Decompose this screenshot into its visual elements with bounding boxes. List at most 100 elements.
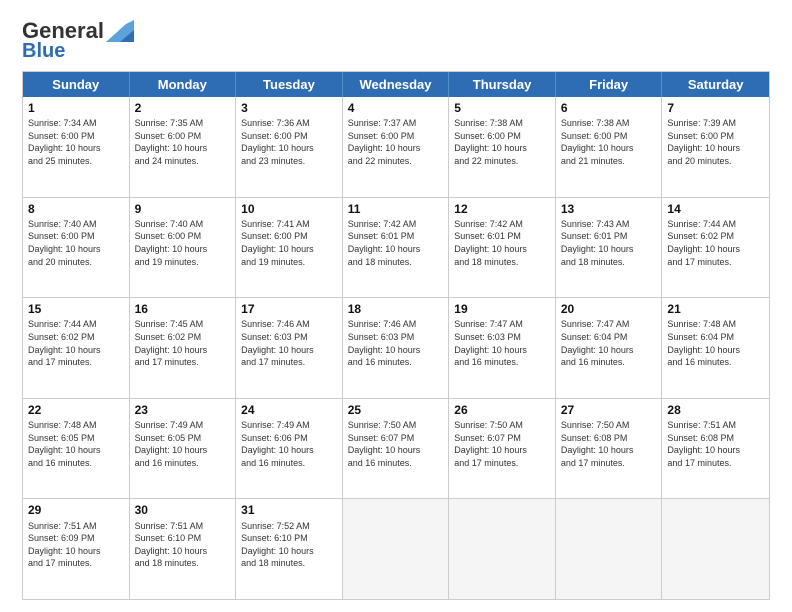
calendar-day-1: 1Sunrise: 7:34 AMSunset: 6:00 PMDaylight…	[23, 97, 130, 197]
cell-info-text: Daylight: 10 hours	[135, 344, 231, 357]
cell-info-text: Daylight: 10 hours	[135, 142, 231, 155]
calendar-day-28: 28Sunrise: 7:51 AMSunset: 6:08 PMDayligh…	[662, 399, 769, 499]
day-number: 26	[454, 402, 550, 418]
cell-info-text: Sunrise: 7:42 AM	[454, 218, 550, 231]
cell-info-text: Sunset: 6:00 PM	[454, 130, 550, 143]
cell-info-text: Sunset: 6:02 PM	[667, 230, 764, 243]
day-number: 20	[561, 301, 657, 317]
day-number: 10	[241, 201, 337, 217]
calendar-day-14: 14Sunrise: 7:44 AMSunset: 6:02 PMDayligh…	[662, 198, 769, 298]
calendar-empty-cell	[343, 499, 450, 599]
calendar-day-10: 10Sunrise: 7:41 AMSunset: 6:00 PMDayligh…	[236, 198, 343, 298]
cell-info-text: Sunset: 6:00 PM	[241, 230, 337, 243]
cell-info-text: and 16 minutes.	[348, 356, 444, 369]
cell-info-text: Daylight: 10 hours	[348, 142, 444, 155]
header-day-friday: Friday	[556, 72, 663, 97]
calendar-day-17: 17Sunrise: 7:46 AMSunset: 6:03 PMDayligh…	[236, 298, 343, 398]
calendar-day-18: 18Sunrise: 7:46 AMSunset: 6:03 PMDayligh…	[343, 298, 450, 398]
cell-info-text: and 17 minutes.	[241, 356, 337, 369]
day-number: 7	[667, 100, 764, 116]
calendar-day-16: 16Sunrise: 7:45 AMSunset: 6:02 PMDayligh…	[130, 298, 237, 398]
calendar: SundayMondayTuesdayWednesdayThursdayFrid…	[22, 71, 770, 600]
calendar-empty-cell	[556, 499, 663, 599]
cell-info-text: and 17 minutes.	[28, 356, 124, 369]
cell-info-text: Daylight: 10 hours	[667, 243, 764, 256]
cell-info-text: Sunrise: 7:49 AM	[135, 419, 231, 432]
day-number: 9	[135, 201, 231, 217]
cell-info-text: Sunrise: 7:38 AM	[454, 117, 550, 130]
cell-info-text: Daylight: 10 hours	[135, 444, 231, 457]
cell-info-text: Sunrise: 7:34 AM	[28, 117, 124, 130]
calendar-empty-cell	[662, 499, 769, 599]
cell-info-text: Daylight: 10 hours	[454, 142, 550, 155]
cell-info-text: Sunset: 6:10 PM	[135, 532, 231, 545]
cell-info-text: Sunset: 6:00 PM	[135, 130, 231, 143]
cell-info-text: Sunrise: 7:46 AM	[241, 318, 337, 331]
cell-info-text: Sunset: 6:03 PM	[348, 331, 444, 344]
cell-info-text: Sunset: 6:09 PM	[28, 532, 124, 545]
cell-info-text: Sunrise: 7:48 AM	[667, 318, 764, 331]
calendar-day-7: 7Sunrise: 7:39 AMSunset: 6:00 PMDaylight…	[662, 97, 769, 197]
cell-info-text: Sunrise: 7:44 AM	[667, 218, 764, 231]
day-number: 15	[28, 301, 124, 317]
cell-info-text: and 16 minutes.	[561, 356, 657, 369]
calendar-day-25: 25Sunrise: 7:50 AMSunset: 6:07 PMDayligh…	[343, 399, 450, 499]
cell-info-text: Sunset: 6:05 PM	[135, 432, 231, 445]
cell-info-text: Sunset: 6:00 PM	[28, 130, 124, 143]
day-number: 1	[28, 100, 124, 116]
cell-info-text: and 19 minutes.	[135, 256, 231, 269]
day-number: 14	[667, 201, 764, 217]
calendar-header: SundayMondayTuesdayWednesdayThursdayFrid…	[23, 72, 769, 97]
cell-info-text: Sunrise: 7:40 AM	[28, 218, 124, 231]
cell-info-text: and 23 minutes.	[241, 155, 337, 168]
day-number: 3	[241, 100, 337, 116]
cell-info-text: and 21 minutes.	[561, 155, 657, 168]
cell-info-text: Sunset: 6:02 PM	[28, 331, 124, 344]
cell-info-text: and 16 minutes.	[135, 457, 231, 470]
calendar-day-21: 21Sunrise: 7:48 AMSunset: 6:04 PMDayligh…	[662, 298, 769, 398]
calendar-day-26: 26Sunrise: 7:50 AMSunset: 6:07 PMDayligh…	[449, 399, 556, 499]
calendar-day-2: 2Sunrise: 7:35 AMSunset: 6:00 PMDaylight…	[130, 97, 237, 197]
cell-info-text: Sunrise: 7:51 AM	[135, 520, 231, 533]
cell-info-text: and 16 minutes.	[667, 356, 764, 369]
calendar-day-12: 12Sunrise: 7:42 AMSunset: 6:01 PMDayligh…	[449, 198, 556, 298]
header: General Blue	[22, 18, 770, 63]
cell-info-text: Sunrise: 7:49 AM	[241, 419, 337, 432]
day-number: 27	[561, 402, 657, 418]
cell-info-text: Daylight: 10 hours	[561, 444, 657, 457]
cell-info-text: Sunrise: 7:48 AM	[28, 419, 124, 432]
cell-info-text: Daylight: 10 hours	[28, 344, 124, 357]
day-number: 18	[348, 301, 444, 317]
cell-info-text: Sunrise: 7:47 AM	[561, 318, 657, 331]
calendar-week-5: 29Sunrise: 7:51 AMSunset: 6:09 PMDayligh…	[23, 499, 769, 599]
cell-info-text: and 20 minutes.	[28, 256, 124, 269]
cell-info-text: Sunset: 6:00 PM	[348, 130, 444, 143]
cell-info-text: Sunrise: 7:45 AM	[135, 318, 231, 331]
cell-info-text: and 16 minutes.	[241, 457, 337, 470]
cell-info-text: Daylight: 10 hours	[454, 243, 550, 256]
calendar-day-3: 3Sunrise: 7:36 AMSunset: 6:00 PMDaylight…	[236, 97, 343, 197]
calendar-week-3: 15Sunrise: 7:44 AMSunset: 6:02 PMDayligh…	[23, 298, 769, 399]
cell-info-text: Daylight: 10 hours	[135, 243, 231, 256]
cell-info-text: Daylight: 10 hours	[454, 444, 550, 457]
header-day-tuesday: Tuesday	[236, 72, 343, 97]
cell-info-text: and 17 minutes.	[454, 457, 550, 470]
cell-info-text: and 16 minutes.	[348, 457, 444, 470]
day-number: 23	[135, 402, 231, 418]
cell-info-text: Sunrise: 7:50 AM	[561, 419, 657, 432]
cell-info-text: Sunset: 6:07 PM	[454, 432, 550, 445]
day-number: 16	[135, 301, 231, 317]
cell-info-text: and 18 minutes.	[241, 557, 337, 570]
calendar-week-1: 1Sunrise: 7:34 AMSunset: 6:00 PMDaylight…	[23, 97, 769, 198]
cell-info-text: and 22 minutes.	[454, 155, 550, 168]
cell-info-text: Daylight: 10 hours	[28, 142, 124, 155]
calendar-day-15: 15Sunrise: 7:44 AMSunset: 6:02 PMDayligh…	[23, 298, 130, 398]
cell-info-text: Daylight: 10 hours	[135, 545, 231, 558]
cell-info-text: Sunrise: 7:38 AM	[561, 117, 657, 130]
calendar-day-6: 6Sunrise: 7:38 AMSunset: 6:00 PMDaylight…	[556, 97, 663, 197]
cell-info-text: and 18 minutes.	[348, 256, 444, 269]
cell-info-text: Daylight: 10 hours	[241, 344, 337, 357]
cell-info-text: Daylight: 10 hours	[241, 142, 337, 155]
calendar-day-31: 31Sunrise: 7:52 AMSunset: 6:10 PMDayligh…	[236, 499, 343, 599]
cell-info-text: Sunset: 6:01 PM	[561, 230, 657, 243]
